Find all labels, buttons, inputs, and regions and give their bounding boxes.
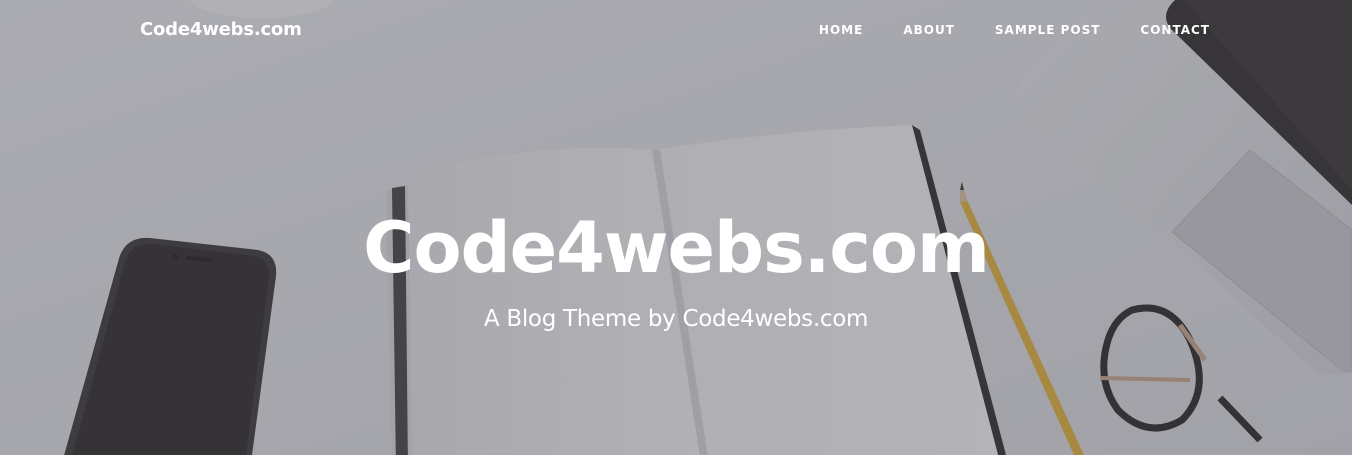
nav-link-home[interactable]: HOME [819,23,863,37]
nav-link-about[interactable]: ABOUT [903,23,955,37]
nav-link-contact[interactable]: CONTACT [1140,23,1210,37]
site-heading: Code4webs.com A Blog Theme by Code4webs.… [0,198,1352,340]
nav-link-sample-post[interactable]: SAMPLE POST [995,23,1101,37]
brand-link[interactable]: Code4webs.com [140,19,302,40]
hero-header: Code4webs.com HOME ABOUT SAMPLE POST CON… [0,0,1352,455]
site-title: Code4webs.com [363,207,990,289]
top-navbar: Code4webs.com HOME ABOUT SAMPLE POST CON… [0,0,1352,62]
site-subtitle: A Blog Theme by Code4webs.com [483,306,869,332]
nav-links: HOME ABOUT SAMPLE POST CONTACT [819,23,1210,37]
